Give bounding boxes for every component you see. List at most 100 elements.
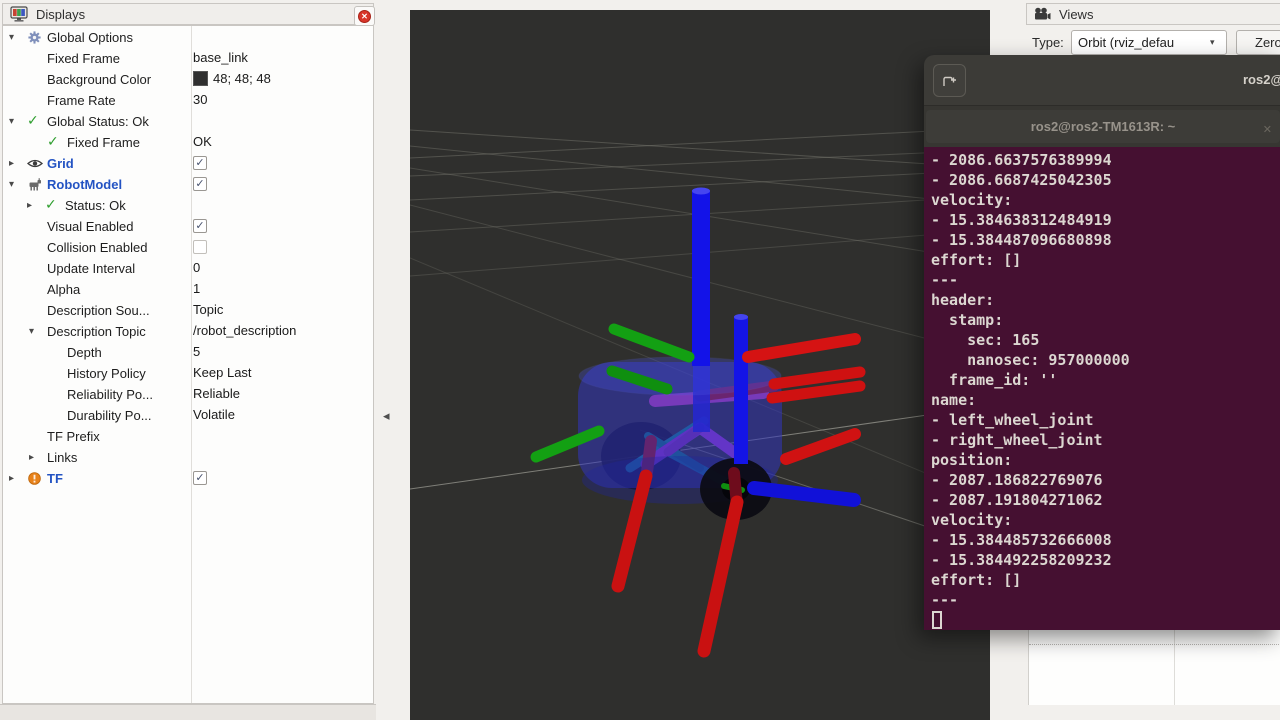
tree-row-value[interactable]: [193, 236, 207, 257]
expander-icon[interactable]: ▸: [29, 452, 47, 463]
tree-row[interactable]: Visual Enabled✓: [3, 215, 373, 236]
checkbox-checked[interactable]: ✓: [193, 219, 207, 233]
tree-row[interactable]: Update Interval0: [3, 257, 373, 278]
ok-icon: ✓: [45, 197, 65, 213]
tree-row-label: TF: [47, 471, 63, 486]
tree-row[interactable]: TF Prefix: [3, 425, 373, 446]
tree-row-value[interactable]: Topic: [193, 299, 223, 320]
tree-row-value[interactable]: ✓: [193, 152, 207, 173]
expander-icon[interactable]: ▾: [29, 326, 47, 337]
tree-row[interactable]: Depth 5: [3, 341, 373, 362]
expander-icon[interactable]: ▸: [9, 158, 27, 169]
value-text: 5: [193, 344, 200, 359]
tree-row-label: Global Options: [47, 30, 133, 45]
expander-icon[interactable]: ▾: [9, 179, 27, 190]
tree-row-value[interactable]: Volatile: [193, 404, 235, 425]
expander-icon[interactable]: ▸: [9, 473, 27, 484]
value-text: Reliable: [193, 386, 240, 401]
value-text: 30: [193, 92, 207, 107]
tree-row-label: History Policy: [67, 366, 146, 381]
3d-viewport[interactable]: [410, 10, 990, 720]
tree-row-value[interactable]: Reliable: [193, 383, 240, 404]
tree-row-value[interactable]: 0: [193, 257, 200, 278]
tree-row[interactable]: ▾RobotModel✓: [3, 173, 373, 194]
panel-collapse-arrow-icon[interactable]: ◂: [383, 409, 390, 424]
expander-icon[interactable]: ▾: [9, 116, 27, 127]
tree-row-label: Description Topic: [47, 324, 146, 339]
tree-row[interactable]: ▸✓Status: Ok: [3, 194, 373, 215]
tree-row[interactable]: Reliability Po...Reliable: [3, 383, 373, 404]
value-text: Volatile: [193, 407, 235, 422]
tree-row-label: Frame Rate: [47, 93, 116, 108]
tree-row[interactable]: Fixed Framebase_link: [3, 47, 373, 68]
value-text: OK: [193, 134, 212, 149]
tree-row-label: Alpha: [47, 282, 80, 297]
tree-row-value[interactable]: Keep Last: [193, 362, 252, 383]
checkbox-checked[interactable]: ✓: [193, 156, 207, 170]
terminal-text: - 2086.6637576389994 - 2086.668742504230…: [931, 150, 1130, 610]
rviz-window: Displays ✕ ▾ Global Options Fixed Framebas…: [0, 0, 1280, 720]
tab-close-icon[interactable]: ✕: [1263, 123, 1272, 136]
tree-row[interactable]: History Policy Keep Last: [3, 362, 373, 383]
tree-row[interactable]: ✓Fixed FrameOK: [3, 131, 373, 152]
terminal-tabbar[interactable]: ros2@ros2-TM1613R: ~ ✕: [924, 105, 1280, 147]
terminal-output[interactable]: - 2086.6637576389994 - 2086.668742504230…: [924, 147, 1280, 630]
view-type-dropdown[interactable]: Orbit (rviz_defau ▾: [1071, 30, 1227, 55]
tree-row[interactable]: ▾ Global Options: [3, 26, 373, 47]
displays-panel-header[interactable]: Displays ✕: [2, 3, 374, 25]
tree-row-value[interactable]: 5: [193, 341, 200, 362]
color-swatch: [193, 71, 208, 86]
robot-icon: [27, 177, 47, 192]
tree-row-value[interactable]: 48; 48; 48: [193, 68, 271, 89]
checkbox-checked[interactable]: ✓: [193, 471, 207, 485]
new-tab-button[interactable]: [933, 64, 966, 97]
gear-icon: [27, 30, 47, 45]
tree-row-label: Depth: [67, 345, 102, 360]
value-text: 48; 48; 48: [213, 71, 271, 86]
tree-row[interactable]: Description Sou... Topic: [3, 299, 373, 320]
eye-icon: [27, 157, 47, 170]
tree-row[interactable]: ▾Description Topic/robot_description: [3, 320, 373, 341]
new-tab-icon: [942, 73, 958, 89]
displays-tree[interactable]: ▾ Global Options Fixed Framebase_linkBackg…: [2, 25, 374, 704]
robot-model: [536, 188, 860, 652]
expander-icon[interactable]: ▾: [9, 32, 27, 43]
chevron-down-icon: ▾: [1210, 38, 1226, 48]
zero-button[interactable]: Zero: [1236, 30, 1280, 55]
views-panel-header[interactable]: Views: [1026, 3, 1280, 25]
tree-row-value[interactable]: 1: [193, 278, 200, 299]
value-text: 1: [193, 281, 200, 296]
tree-row-label: Collision Enabled: [47, 240, 147, 255]
close-icon: ✕: [358, 10, 371, 23]
tree-row-value[interactable]: OK: [193, 131, 212, 152]
tree-row[interactable]: Frame Rate 30: [3, 89, 373, 110]
tree-row-value[interactable]: 30: [193, 89, 207, 110]
tree-row[interactable]: Alpha 1: [3, 278, 373, 299]
tree-row-value[interactable]: base_link: [193, 47, 248, 68]
views-icon: [1033, 7, 1053, 21]
tree-row[interactable]: ▾✓Global Status: Ok: [3, 110, 373, 131]
tree-row-label: Description Sou...: [47, 303, 150, 318]
terminal-titlebar[interactable]: ros2@: [924, 55, 1280, 105]
terminal-tab[interactable]: ros2@ros2-TM1613R: ~ ✕: [926, 110, 1280, 143]
tree-row[interactable]: ▸Grid✓: [3, 152, 373, 173]
tree-row[interactable]: Background Color48; 48; 48: [3, 68, 373, 89]
close-button[interactable]: ✕: [354, 6, 375, 26]
value-text: Keep Last: [193, 365, 252, 380]
checkbox-checked[interactable]: ✓: [193, 177, 207, 191]
tree-row[interactable]: Durability Po...Volatile: [3, 404, 373, 425]
tree-row-value[interactable]: ✓: [193, 173, 207, 194]
tree-row[interactable]: ▸ TF ✓: [3, 467, 373, 488]
value-text: base_link: [193, 50, 248, 65]
expander-icon[interactable]: ▸: [27, 200, 45, 211]
tree-row[interactable]: Collision Enabled: [3, 236, 373, 257]
tree-row-value[interactable]: /robot_description: [193, 320, 296, 341]
displays-icon: [10, 6, 30, 23]
terminal-window[interactable]: ros2@ ros2@ros2-TM1613R: ~ ✕ - 2086.6637…: [924, 55, 1280, 630]
tree-row-label: Global Status: Ok: [47, 114, 149, 129]
checkbox-unchecked[interactable]: [193, 240, 207, 254]
tf-icon: [27, 471, 47, 486]
tree-row-value[interactable]: ✓: [193, 215, 207, 236]
tree-row[interactable]: ▸Links: [3, 446, 373, 467]
tree-row-value[interactable]: ✓: [193, 467, 207, 488]
